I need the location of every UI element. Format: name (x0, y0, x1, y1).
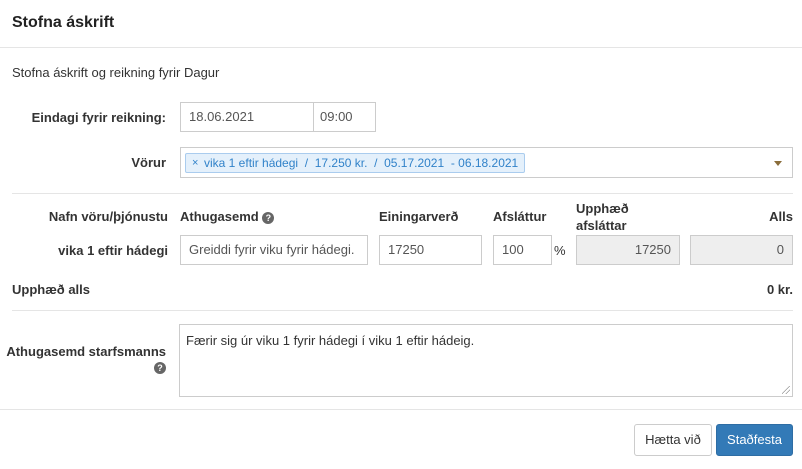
product-tag-label: vika 1 eftir hádegi / 17.250 kr. / 05.17… (204, 156, 519, 170)
col-header-discount-amount-line1: Upphæð (576, 201, 629, 216)
row-total: 0 (690, 235, 793, 265)
resize-handle-icon[interactable] (782, 386, 790, 394)
percent-sign: % (554, 243, 566, 258)
total-label: Upphæð alls (12, 282, 91, 297)
col-header-unit-price: Einingarverð (379, 209, 459, 224)
cancel-button[interactable]: Hætta við (634, 424, 712, 456)
section-divider (12, 193, 793, 194)
footer-divider (0, 409, 802, 410)
dialog-title: Stofna áskrift (12, 14, 115, 31)
staff-note-label: Athugasemd starfsmanns (6, 344, 166, 359)
col-header-discount: Afsláttur (493, 209, 547, 224)
row-discount-input[interactable]: 100 (493, 235, 552, 265)
col-header-discount-amount-line2: afsláttar (576, 218, 627, 233)
col-header-name: Nafn vöru/þjónustu (48, 209, 168, 224)
products-select[interactable]: × vika 1 eftir hádegi / 17.250 kr. / 05.… (180, 147, 793, 178)
staff-note-textarea[interactable]: Færir sig úr viku 1 fyrir hádegi í viku … (179, 324, 793, 397)
header-divider (0, 47, 802, 48)
row-note-input[interactable]: Greiddi fyrir viku fyrir hádegi. (180, 235, 368, 265)
products-label: Vörur (131, 155, 166, 170)
product-tag: × vika 1 eftir hádegi / 17.250 kr. / 05.… (185, 153, 526, 173)
row-unit-price-input[interactable]: 17250 (379, 235, 482, 265)
due-date-label: Eindagi fyrir reikning: (31, 110, 166, 125)
dialog-subtitle: Stofna áskrift og reikning fyrir Dagur (12, 65, 220, 80)
staff-note-help-icon[interactable]: ? (154, 362, 166, 374)
col-header-note-label: Athugasemd (180, 209, 259, 224)
caret-down-icon[interactable] (774, 161, 782, 166)
due-time-input[interactable]: 09:00 (313, 102, 376, 132)
col-header-note: Athugasemd ? (180, 209, 275, 224)
col-header-total: Alls (769, 209, 793, 224)
total-value: 0 kr. (766, 282, 793, 297)
section-divider-2 (12, 310, 793, 311)
help-icon[interactable]: ? (262, 211, 275, 224)
row-product-name: vika 1 eftir hádegi (58, 243, 168, 258)
due-date-input[interactable]: 18.06.2021 (180, 102, 314, 132)
confirm-button[interactable]: Staðfesta (716, 424, 793, 456)
staff-note-text: Færir sig úr viku 1 fyrir hádegi í viku … (186, 333, 475, 348)
row-discount-amount: 17250 (576, 235, 680, 265)
remove-tag-icon[interactable]: × (192, 154, 198, 172)
